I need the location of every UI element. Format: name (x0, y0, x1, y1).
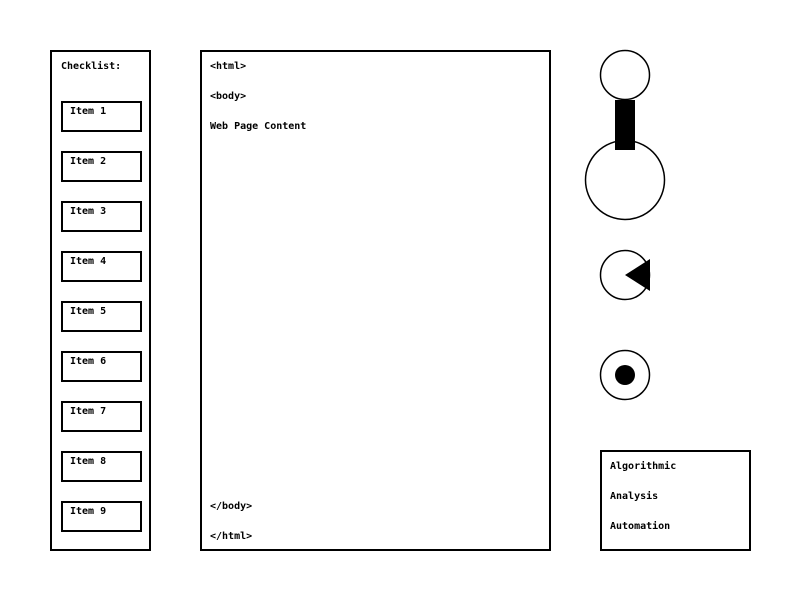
keyword-automation: Automation (610, 521, 671, 532)
checklist-item-label: Item 5 (70, 306, 107, 317)
checklist-item-label: Item 4 (70, 256, 107, 267)
checklist-panel: Checklist: Item 1 Item 2 Item 3 Item 4 I… (50, 50, 151, 551)
checklist-item-5[interactable]: Item 5 (61, 301, 142, 332)
checklist-item-1[interactable]: Item 1 (61, 101, 142, 132)
shapes-svg (584, 49, 666, 401)
code-open-body-tag: <body> (210, 91, 247, 102)
keywords-panel: Algorithmic Analysis Automation (600, 450, 751, 551)
figure-head (599, 49, 651, 101)
checklist-item-9[interactable]: Item 9 (61, 501, 142, 532)
checklist-item-label: Item 6 (70, 356, 107, 367)
checklist-item-label: Item 7 (70, 406, 107, 417)
keyword-algorithmic: Algorithmic (610, 461, 677, 472)
checklist-item-3[interactable]: Item 3 (61, 201, 142, 232)
figure-neck (615, 100, 635, 150)
checklist-item-2[interactable]: Item 2 (61, 151, 142, 182)
checklist-item-label: Item 2 (70, 156, 107, 167)
shapes-column (580, 45, 670, 405)
checklist-title: Checklist: (61, 61, 122, 72)
code-close-html-tag: </html> (210, 531, 253, 542)
radio-button-icon[interactable] (599, 349, 651, 401)
checklist-item-6[interactable]: Item 6 (61, 351, 142, 382)
keyword-analysis: Analysis (610, 491, 659, 502)
radio-dot (615, 365, 635, 385)
figure-body (584, 139, 666, 221)
checklist-item-7[interactable]: Item 7 (61, 401, 142, 432)
checklist-item-label: Item 9 (70, 506, 107, 517)
checklist-item-4[interactable]: Item 4 (61, 251, 142, 282)
stick-figure-icon (584, 49, 666, 221)
code-open-html-tag: <html> (210, 61, 247, 72)
checklist-item-label: Item 1 (70, 106, 107, 117)
code-panel: <html> <body> Web Page Content </body> <… (200, 50, 551, 551)
checklist-item-label: Item 8 (70, 456, 107, 467)
code-close-body-tag: </body> (210, 501, 253, 512)
code-web-page-content: Web Page Content (210, 121, 307, 132)
pie-chart-icon (599, 249, 651, 301)
checklist-item-8[interactable]: Item 8 (61, 451, 142, 482)
checklist-item-label: Item 3 (70, 206, 107, 217)
